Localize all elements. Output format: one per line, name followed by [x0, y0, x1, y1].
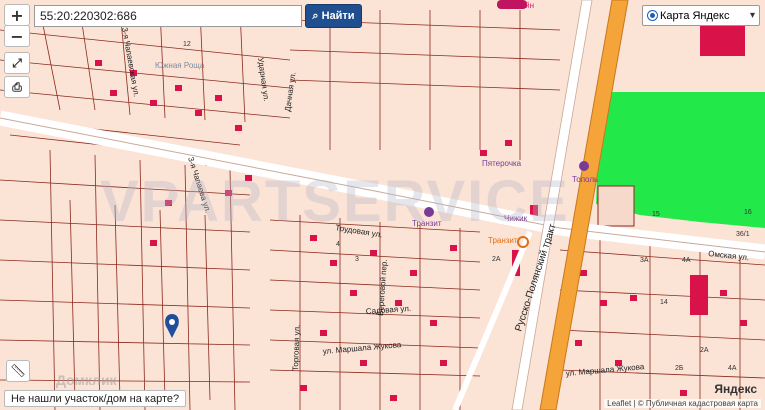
parcel-number: 36/1: [736, 231, 750, 238]
map-layer-select[interactable]: Карта Яндекс ▾: [642, 5, 760, 26]
chevron-down-icon: ▾: [749, 10, 755, 21]
parcel-number: 12: [183, 41, 191, 48]
measure-button[interactable]: 📏︎: [6, 360, 30, 382]
parcel-number: 4А: [682, 257, 691, 264]
shop-icon[interactable]: [579, 161, 589, 171]
poi-tranzit-2: Транзит: [412, 219, 442, 228]
parcel-number: 4: [336, 241, 340, 248]
street-label-torgovaya: Торговая ул.: [291, 325, 302, 372]
zoom-in-button[interactable]: +: [4, 4, 30, 26]
map-attribution: Leaflet | © Публичная кадастровая карта: [604, 399, 761, 408]
not-found-link[interactable]: Не нашли участок/дом на карте?: [4, 390, 187, 407]
parcel-number: 15: [652, 211, 660, 218]
yandex-logo: Яндекс: [714, 382, 757, 396]
ruler-icon: 📏︎: [9, 363, 27, 378]
print-button[interactable]: ⎙: [4, 76, 30, 98]
parcel-number: 2Б: [675, 365, 684, 372]
domklik-watermark: Домклик: [56, 372, 117, 388]
search-icon: ⌕: [312, 9, 319, 22]
search-button-label: Найти: [321, 10, 355, 22]
poi-marker[interactable]: [497, 0, 527, 9]
printer-icon: ⎙: [12, 79, 22, 94]
poi-tranzit: Транзит: [488, 236, 518, 245]
layer-label: Карта Яндекс: [660, 9, 730, 22]
parcel-number: 16: [744, 209, 752, 216]
poi-topol: Тополь: [572, 175, 598, 184]
parcel-number: 4А: [728, 365, 737, 372]
parcel-number: 3: [355, 256, 359, 263]
cadastral-map[interactable]: 12 4 3 2А 14 15 16 3А 4А 2А 2Б 4А 36/1 Р…: [0, 0, 765, 410]
park-building: [597, 185, 635, 227]
search-button[interactable]: ⌕ Найти: [305, 4, 362, 28]
expand-icon: ⤢: [12, 55, 22, 70]
place-label-south-grove: Южная Роща: [155, 61, 205, 70]
parcel-number: 3А: [640, 257, 649, 264]
radio-icon: [647, 10, 658, 21]
parcel-number: 14: [660, 299, 668, 306]
poi-chizhik: Чижик: [504, 214, 528, 223]
shop-icon[interactable]: [424, 207, 434, 217]
parcel-number: 2А: [700, 347, 709, 354]
search-input[interactable]: [34, 5, 302, 27]
fullscreen-button[interactable]: ⤢: [4, 52, 30, 74]
poi-pyaterochka: Пятерочка: [482, 159, 522, 168]
zoom-out-button[interactable]: −: [4, 25, 30, 47]
parcel-number: 2А: [492, 256, 501, 263]
